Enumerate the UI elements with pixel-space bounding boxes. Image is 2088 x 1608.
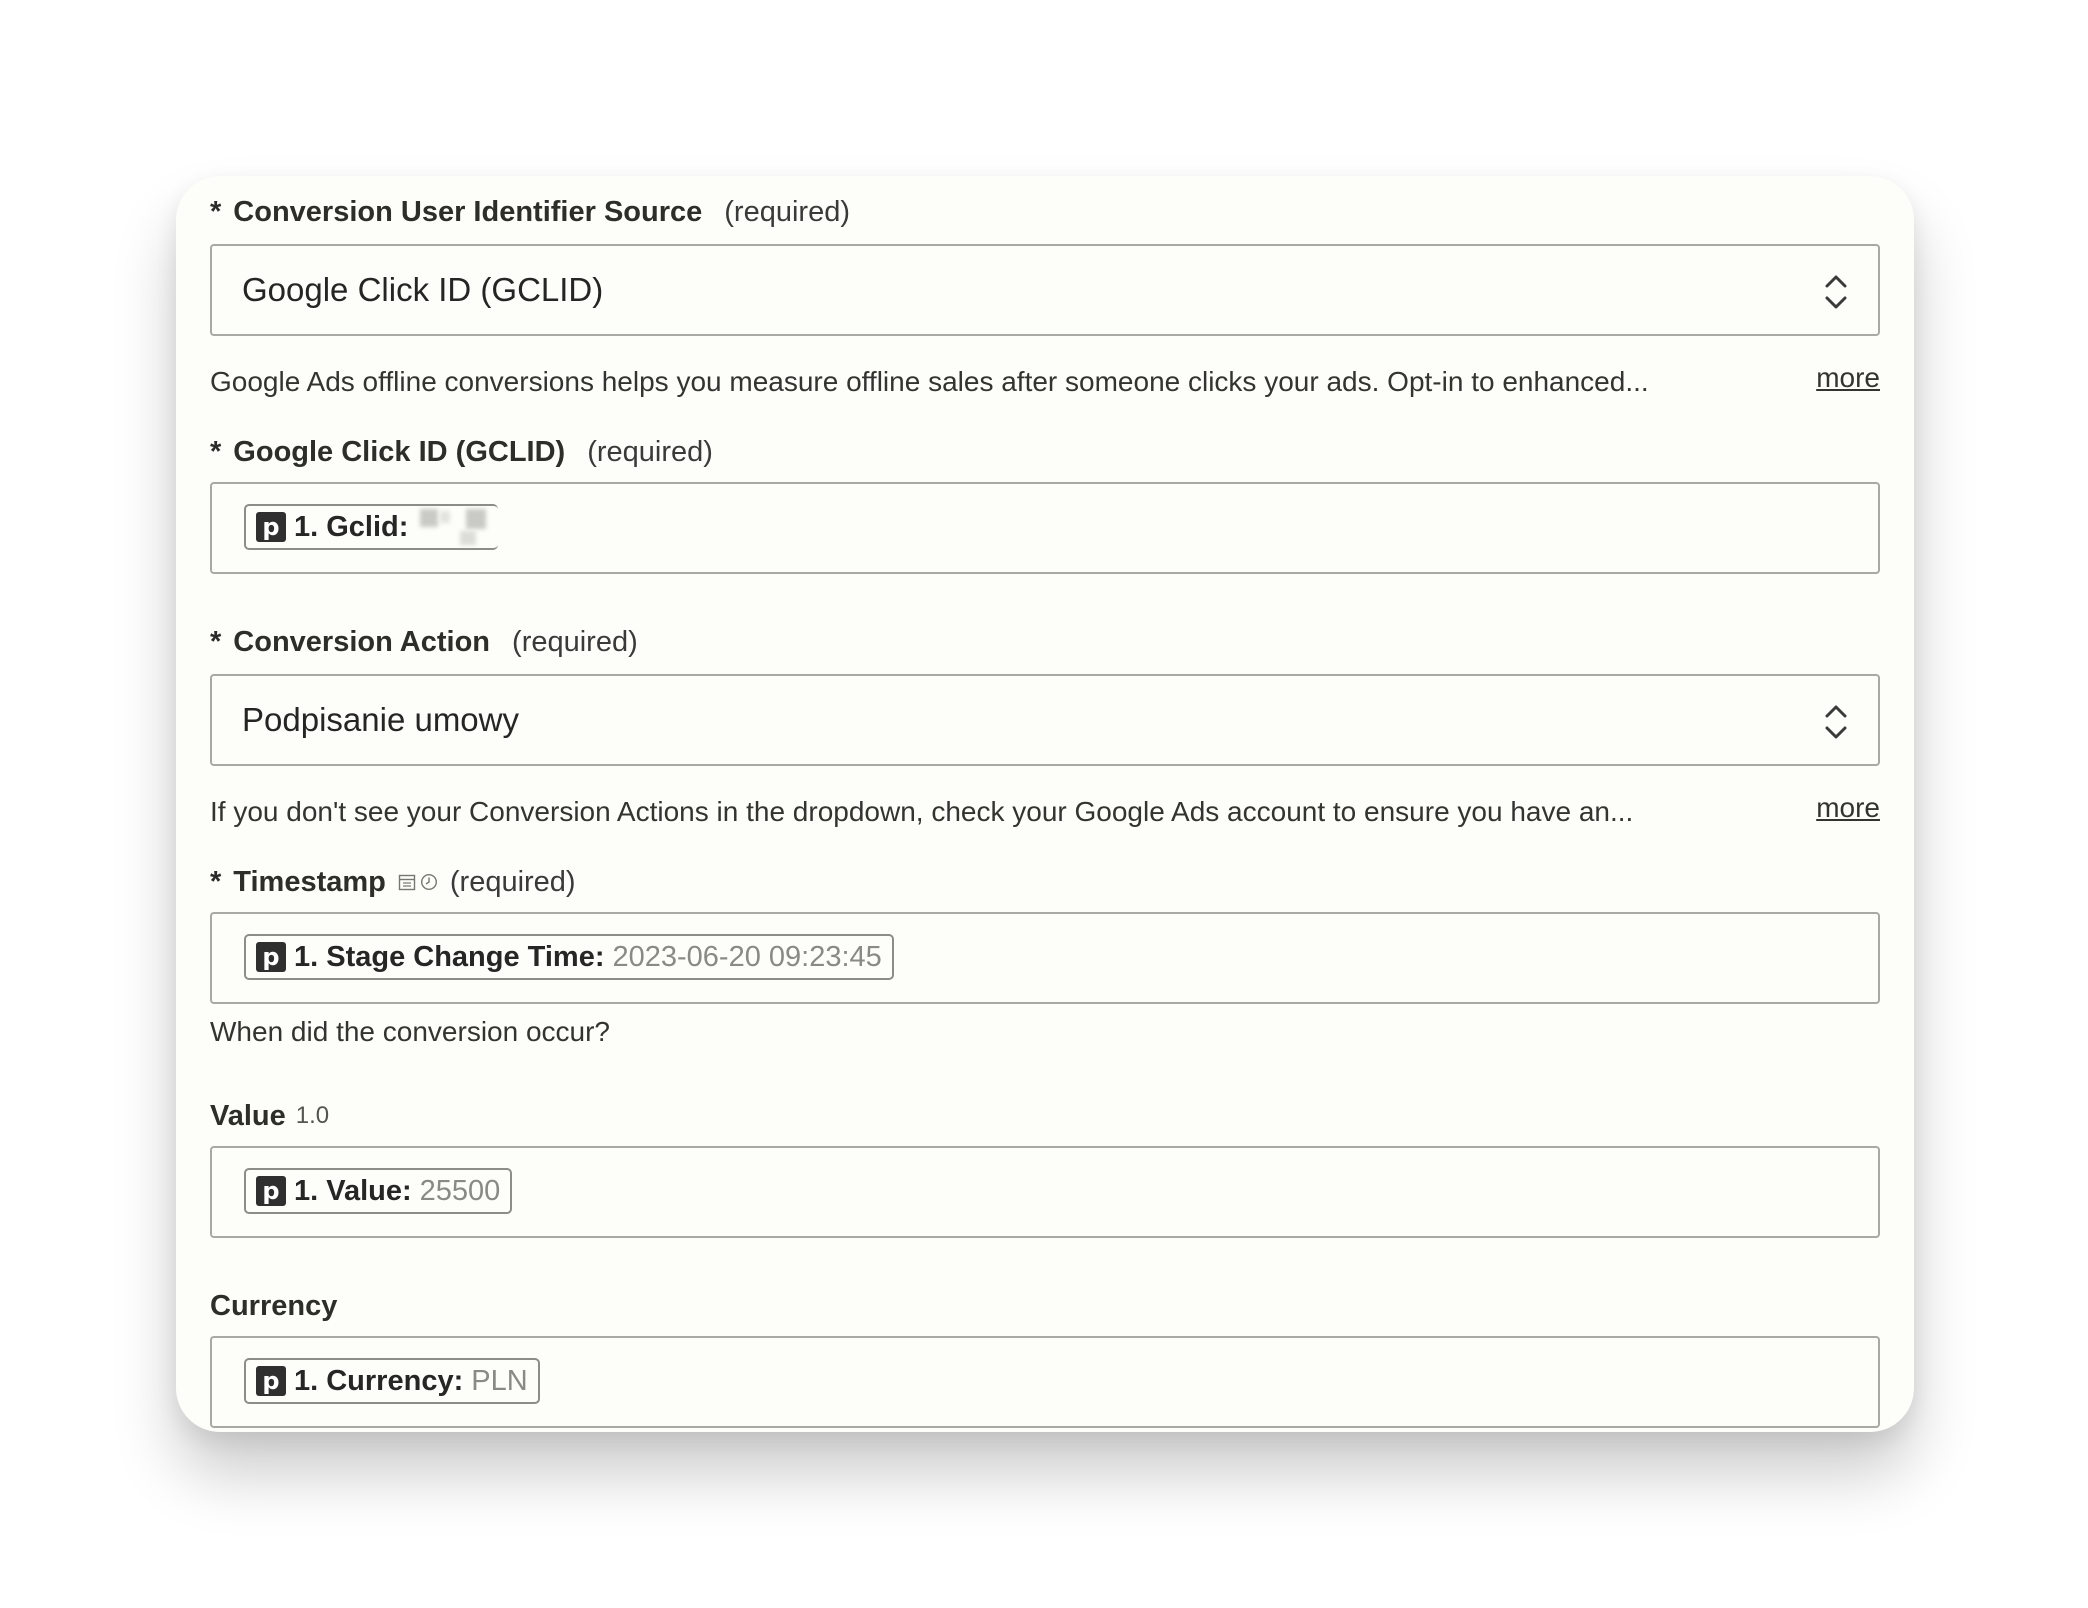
pill-label: 1. Gclid: [294, 510, 409, 543]
pill-label: 1. Stage Change Time: [294, 940, 605, 973]
currency-input[interactable]: p 1. Currency: PLN [210, 1336, 1880, 1428]
field-name: Timestamp [233, 865, 386, 898]
pipedrive-p-icon: p [256, 1176, 286, 1206]
more-link[interactable]: more [1816, 788, 1880, 828]
field-label: Currency [210, 1286, 337, 1326]
field-name: Value [210, 1099, 286, 1132]
version-tag: 1.0 [295, 1102, 330, 1129]
gclid-input[interactable]: p 1. Gclid: [210, 482, 1880, 574]
required-note: (required) [512, 625, 638, 658]
pipedrive-p-icon: p [256, 1366, 286, 1396]
pill-label: 1. Value: [294, 1174, 412, 1207]
mapped-field-pill[interactable]: p 1. Value: 25500 [244, 1168, 513, 1214]
field-name: Google Click ID (GCLID) [233, 435, 566, 468]
field-description: When did the conversion occur? [210, 1016, 610, 1047]
field-label: * Conversion User Identifier Source (req… [210, 192, 850, 232]
source-select[interactable]: Google Click ID (GCLID) [210, 244, 1880, 336]
field-name: Conversion Action [233, 625, 491, 658]
timestamp-input[interactable]: p 1. Stage Change Time: 2023-06-20 09:23… [210, 912, 1880, 1004]
field-label: Value 1.0 [210, 1096, 329, 1136]
field-label: * Conversion Action (required) [210, 622, 638, 662]
required-star: * [210, 625, 222, 658]
field-description: Google Ads offline conversions helps you… [210, 366, 1649, 397]
pill-value: PLN [471, 1364, 528, 1397]
pipedrive-p-icon: p [256, 512, 286, 542]
form-card: * Conversion User Identifier Source (req… [176, 176, 1914, 1432]
field-label: * Timestamp (required) [210, 862, 576, 902]
pill-label: 1. Currency: [294, 1364, 464, 1397]
pill-value: 25500 [419, 1174, 501, 1207]
chevron-up-down-icon [1825, 705, 1847, 739]
required-note: (required) [587, 435, 713, 468]
redacted-value [418, 507, 488, 547]
value-input[interactable]: p 1. Value: 25500 [210, 1146, 1880, 1238]
chevron-up-down-icon [1825, 275, 1847, 309]
select-value: Podpisanie umowy [242, 701, 519, 738]
mapped-field-pill[interactable]: p 1. Gclid: [244, 504, 499, 550]
field-name: Currency [210, 1289, 338, 1322]
select-value: Google Click ID (GCLID) [242, 271, 604, 308]
field-name: Conversion User Identifier Source [233, 195, 703, 228]
clock-icon [420, 873, 437, 891]
datetime-icons [398, 873, 438, 891]
pill-value: 2023-06-20 09:23:45 [612, 940, 882, 973]
conversion-action-select[interactable]: Podpisanie umowy [210, 674, 1880, 766]
required-star: * [210, 865, 222, 898]
required-star: * [210, 435, 222, 468]
mapped-field-pill[interactable]: p 1. Currency: PLN [244, 1358, 540, 1404]
field-label: * Google Click ID (GCLID) (required) [210, 432, 713, 472]
more-link[interactable]: more [1816, 358, 1880, 398]
pipedrive-p-icon: p [256, 942, 286, 972]
required-star: * [210, 195, 222, 228]
required-note: (required) [724, 195, 850, 228]
field-description: If you don't see your Conversion Actions… [210, 796, 1634, 827]
required-note: (required) [449, 865, 576, 898]
calendar-icon [398, 874, 416, 891]
mapped-field-pill[interactable]: p 1. Stage Change Time: 2023-06-20 09:23… [244, 934, 894, 980]
